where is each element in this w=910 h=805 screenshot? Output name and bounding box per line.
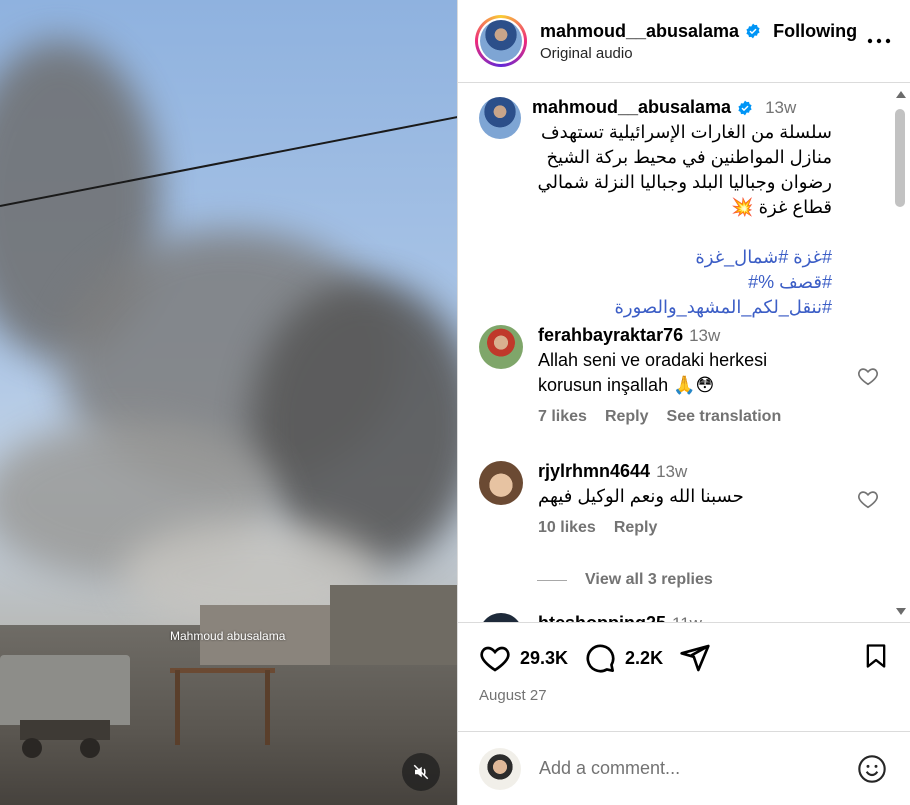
like-button[interactable]: 29.3K xyxy=(479,642,568,674)
reply-button[interactable]: Reply xyxy=(605,408,649,426)
likes-count[interactable]: 29.3K xyxy=(520,648,568,669)
comment-time: 11w xyxy=(672,613,702,623)
like-comment-heart-icon[interactable] xyxy=(857,365,879,387)
view-replies-label: View all 3 replies xyxy=(585,571,713,588)
comment-username[interactable]: htcshopping25 xyxy=(538,613,666,622)
comment-username[interactable]: ferahbayraktar76 xyxy=(538,325,683,346)
following-button[interactable]: Following xyxy=(773,21,857,42)
comment-meta: 7 likes Reply See translation xyxy=(538,408,838,426)
more-options-button[interactable] xyxy=(864,26,894,56)
comment-avatar[interactable] xyxy=(479,613,523,622)
comment-bubble-icon xyxy=(586,644,615,673)
post-caption: mahmoud__abusalama 13w سلسلة من الغارات … xyxy=(479,97,869,320)
comment-item: rjylrhmn4644 13w حسبنا الله ونعم الوكيل … xyxy=(479,461,879,537)
like-comment-heart-icon[interactable] xyxy=(857,488,879,510)
comment-time: 13w xyxy=(689,325,721,345)
scrollbar[interactable] xyxy=(894,83,906,622)
mute-button[interactable] xyxy=(402,753,440,791)
post-header: mahmoud__abusalama Following Original au… xyxy=(457,0,910,83)
story-ring[interactable] xyxy=(475,15,527,67)
speaker-muted-icon xyxy=(413,764,429,780)
reply-button[interactable]: Reply xyxy=(614,519,658,537)
share-button[interactable] xyxy=(679,642,711,674)
comments-scroll-area[interactable]: mahmoud__abusalama 13w سلسلة من الغارات … xyxy=(457,83,910,623)
comments-count[interactable]: 2.2K xyxy=(625,648,663,669)
scrollbar-thumb[interactable] xyxy=(895,109,905,207)
caption-hashtags[interactable]: #غزة #شمال_غزة #قصف %# #ننقل_لكم_المشهد_… xyxy=(532,245,832,320)
current-user-avatar[interactable] xyxy=(479,747,521,790)
comment-username[interactable]: rjylrhmn4644 xyxy=(538,461,650,482)
comment-text: Allah seni ve oradaki herkesi korusun in… xyxy=(538,350,768,395)
post-actions: 29.3K 2.2K xyxy=(457,623,910,693)
add-comment-input[interactable] xyxy=(539,758,856,779)
replies-divider-line xyxy=(537,579,567,581)
see-translation-button[interactable]: See translation xyxy=(667,408,782,426)
verified-badge-icon xyxy=(738,100,752,115)
original-audio-link[interactable]: Original audio xyxy=(540,45,864,62)
header-username[interactable]: mahmoud__abusalama xyxy=(540,21,739,42)
comment-composer xyxy=(457,731,910,805)
send-paper-plane-icon xyxy=(680,644,710,672)
comment-text: حسبنا الله ونعم الوكيل فيهم xyxy=(538,486,744,506)
comment-meta: 10 likes Reply xyxy=(538,519,838,537)
video-watermark: Mahmoud abusalama xyxy=(170,629,286,643)
comment-button[interactable]: 2.2K xyxy=(584,642,663,674)
comment-likes[interactable]: 7 likes xyxy=(538,408,587,426)
scroll-down-arrow-icon[interactable] xyxy=(896,608,906,615)
comment-avatar[interactable] xyxy=(479,461,523,505)
comment-time: 13w xyxy=(656,461,688,481)
scroll-up-arrow-icon[interactable] xyxy=(896,91,906,98)
caption-time: 13w xyxy=(765,97,797,117)
post-details-pane: mahmoud__abusalama Following Original au… xyxy=(457,0,910,805)
comment-item: ferahbayraktar76 13w Allah seni ve orada… xyxy=(479,325,879,426)
video-player[interactable]: Mahmoud abusalama xyxy=(0,0,457,805)
save-button[interactable] xyxy=(862,641,890,676)
comment-item: htcshopping25 11w xyxy=(479,613,879,623)
post-viewer: Mahmoud abusalama mahmoud__abusalama Fol… xyxy=(0,0,910,805)
caption-avatar[interactable] xyxy=(479,97,521,139)
comment-avatar[interactable] xyxy=(479,325,523,369)
view-replies-button[interactable]: View all 3 replies xyxy=(537,571,713,589)
comment-likes[interactable]: 10 likes xyxy=(538,519,596,537)
post-date: August 27 xyxy=(479,687,547,704)
more-horizontal-icon xyxy=(867,38,891,44)
avatar xyxy=(480,20,522,62)
heart-icon xyxy=(480,646,510,672)
bookmark-icon xyxy=(866,643,886,668)
caption-username[interactable]: mahmoud__abusalama xyxy=(532,97,731,118)
emoji-smiley-icon[interactable] xyxy=(856,753,888,785)
verified-badge-icon xyxy=(746,23,760,39)
caption-text: سلسلة من الغارات الإسرائيلية تستهدف مناز… xyxy=(537,122,832,217)
